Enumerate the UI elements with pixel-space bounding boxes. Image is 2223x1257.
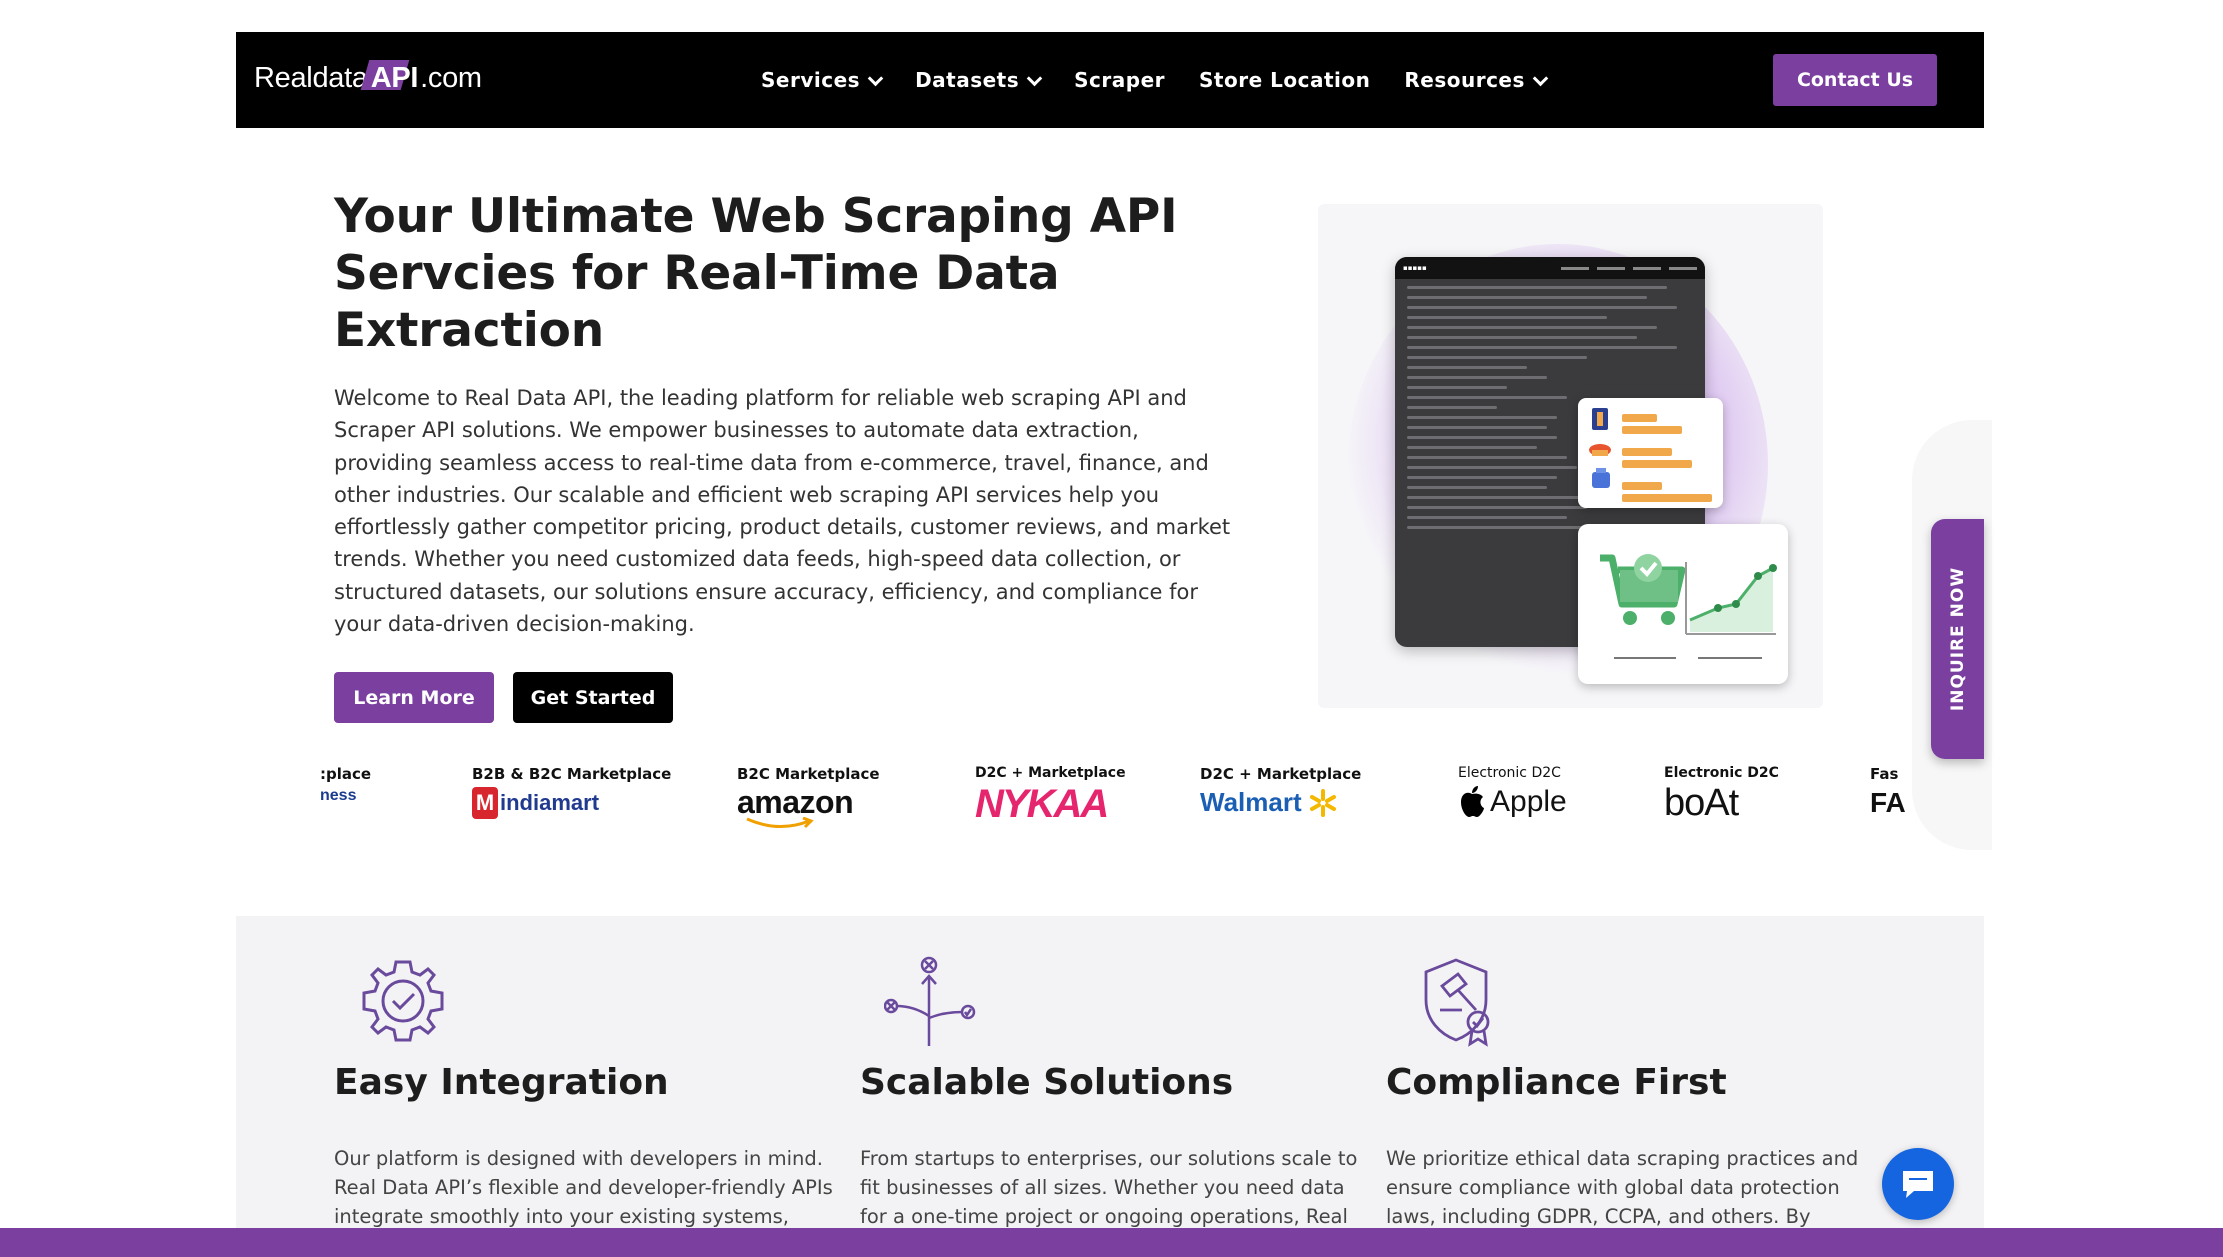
chat-widget-button[interactable] bbox=[1882, 1148, 1954, 1220]
marketplace-logo: Electronic D2C Apple bbox=[1458, 765, 1567, 818]
learn-more-button[interactable]: Learn More bbox=[334, 672, 494, 723]
feature-title: Scalable Solutions bbox=[860, 1062, 1234, 1103]
walmart-spark-icon bbox=[1309, 788, 1336, 817]
feature-title: Easy Integration bbox=[334, 1062, 669, 1103]
top-navbar: Realdata API .com Services Datasets Scra… bbox=[236, 32, 1984, 128]
chevron-down-icon bbox=[1026, 70, 1043, 86]
marketplace-brand-logo: indiamart bbox=[500, 790, 600, 815]
bottom-accent-bar bbox=[0, 1228, 2223, 1257]
branching-arrows-icon bbox=[884, 956, 976, 1046]
marketplace-brand-logo: Apple bbox=[1490, 785, 1567, 818]
nav-resources[interactable]: Resources bbox=[1404, 68, 1549, 92]
marketplace-logo: Fas FA bbox=[1870, 765, 1906, 818]
get-started-button[interactable]: Get Started bbox=[513, 672, 673, 723]
cart-growth-card-illustration bbox=[1578, 524, 1788, 684]
chevron-down-icon bbox=[867, 70, 884, 86]
marketplace-brand-logo: Walmart bbox=[1200, 787, 1302, 817]
marketplace-logo: B2C Marketplace amazon bbox=[737, 765, 880, 829]
nav-datasets[interactable]: Datasets bbox=[915, 68, 1043, 92]
nav-store-location[interactable]: Store Location bbox=[1199, 68, 1370, 92]
logo-suffix: .com bbox=[420, 62, 482, 94]
indiamart-m-icon: M bbox=[472, 787, 498, 819]
hero-actions: Learn More Get Started bbox=[334, 672, 673, 723]
marketplace-brand-logo: amazon bbox=[737, 784, 854, 820]
chevron-down-icon bbox=[1532, 70, 1549, 86]
chat-bubble-icon bbox=[1903, 1171, 1933, 1198]
nav-scraper[interactable]: Scraper bbox=[1074, 68, 1165, 92]
marketplace-logo: D2C + Marketplace Walmart bbox=[1200, 765, 1362, 817]
marketplace-brand-logo: NYKAA bbox=[975, 782, 1109, 826]
gear-check-icon bbox=[362, 960, 444, 1042]
chart-card-illustration bbox=[1578, 398, 1723, 508]
marketplace-logo: D2C + Marketplace NYKAA bbox=[975, 765, 1126, 826]
logo-prefix: Realdata bbox=[254, 62, 368, 94]
feature-text: We prioritize ethical data scraping prac… bbox=[1386, 1147, 1859, 1228]
logo-api: API bbox=[370, 62, 419, 94]
marketplace-logo: B2B & B2C Marketplace M indiamart bbox=[472, 765, 671, 819]
marketplace-brand-logo: FA bbox=[1870, 787, 1906, 818]
amazon-smile-icon bbox=[746, 817, 814, 829]
inquire-now-tab[interactable]: INQUIRE NOW bbox=[1931, 519, 1984, 759]
marketplace-logo: :place ness bbox=[320, 765, 372, 804]
marketplace-brand-logo: ness bbox=[320, 787, 357, 804]
shield-gavel-icon bbox=[1424, 958, 1490, 1047]
hero-illustration: ▪▪▪▪▪ bbox=[1318, 204, 1823, 708]
main-nav: Services Datasets Scraper Store Location… bbox=[761, 32, 1549, 128]
contact-us-button[interactable]: Contact Us bbox=[1773, 54, 1937, 106]
feature-text: Our platform is designed with developers… bbox=[334, 1147, 833, 1228]
feature-title: Compliance First bbox=[1386, 1062, 1727, 1103]
marketplace-brand-logo: boAt bbox=[1664, 782, 1739, 824]
apple-icon bbox=[1461, 786, 1484, 817]
nav-services[interactable]: Services bbox=[761, 68, 884, 92]
hero-title: Your Ultimate Web Scraping API Servcies … bbox=[334, 189, 1178, 358]
features-section: Easy Integration Our platform is designe… bbox=[236, 916, 1984, 1257]
marketplace-logo: Electronic D2C boAt bbox=[1664, 765, 1779, 824]
site-logo[interactable]: Realdata API .com bbox=[254, 62, 482, 102]
marketplace-logo-strip: :place ness B2B & B2C Marketplace M indi… bbox=[320, 765, 1940, 850]
hero-description: Welcome to Real Data API, the leading pl… bbox=[334, 386, 1231, 637]
